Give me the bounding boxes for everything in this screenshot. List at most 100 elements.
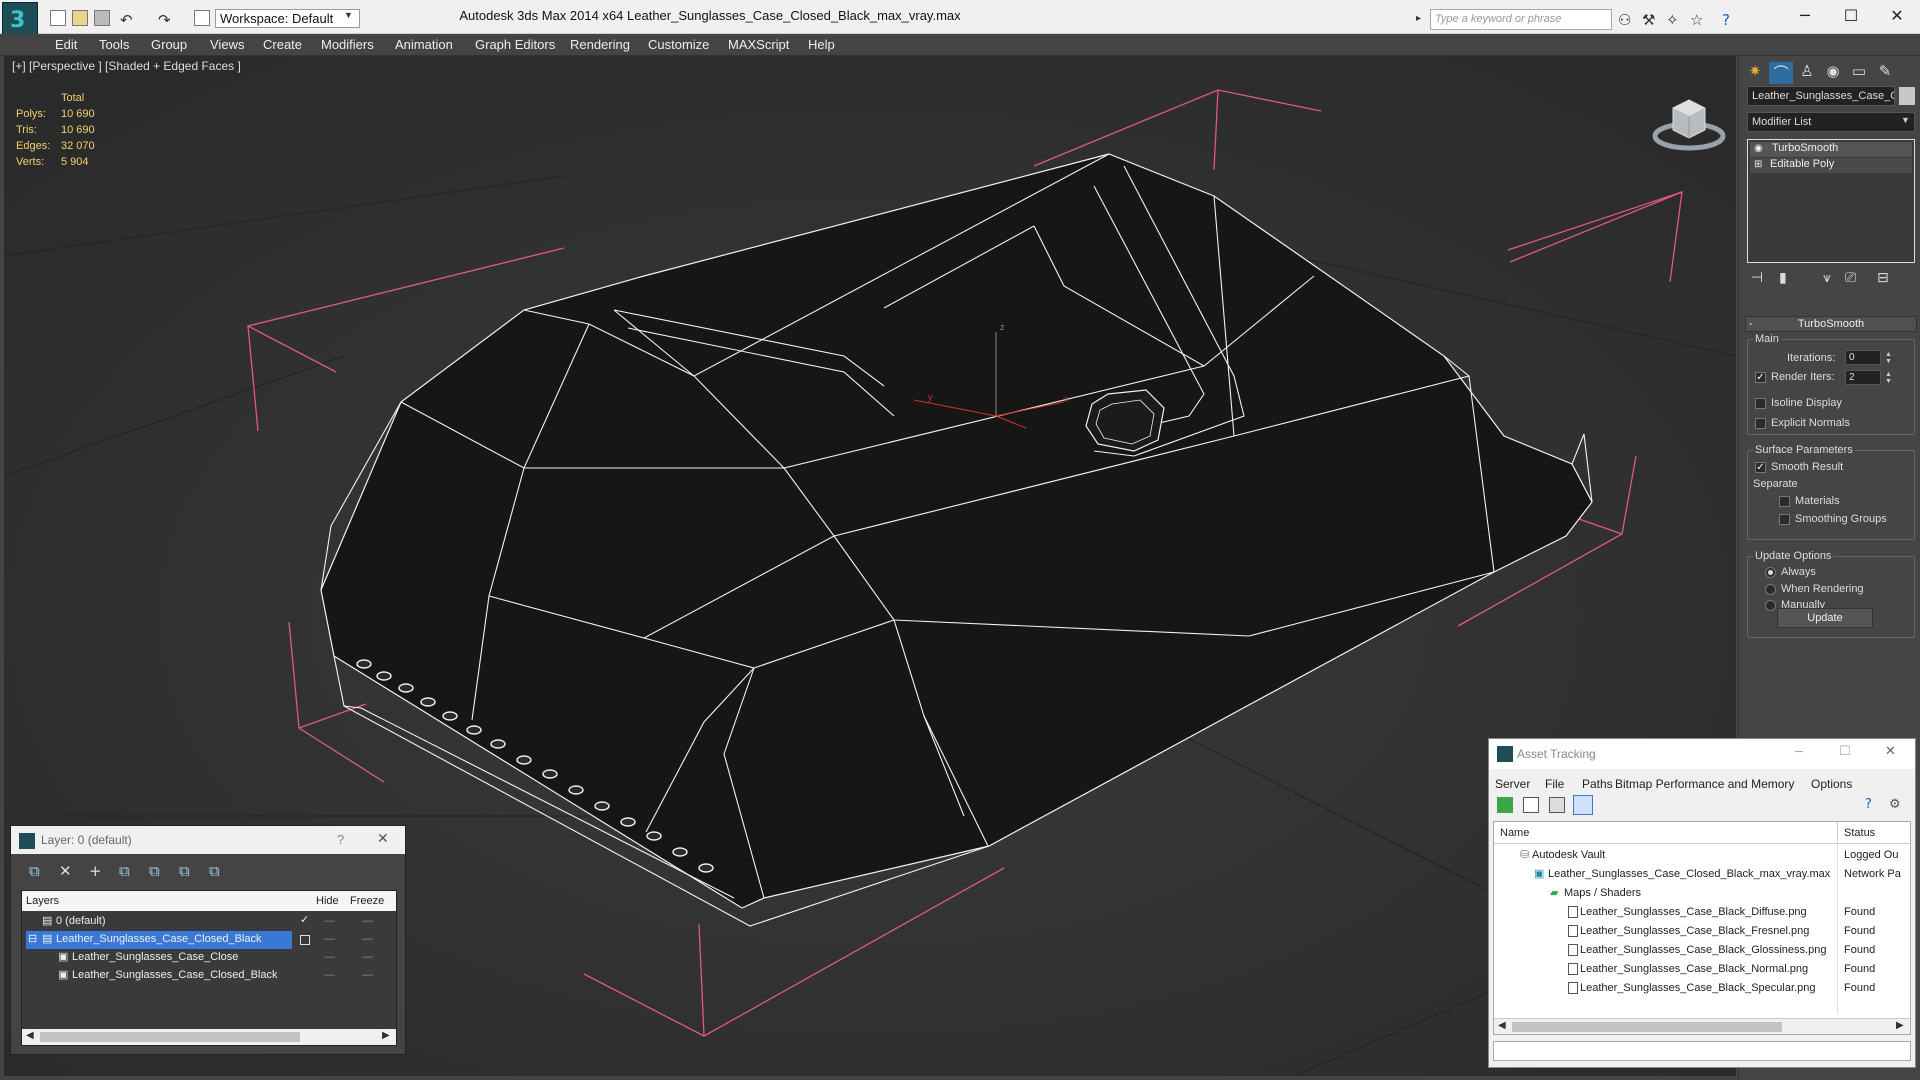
menu-maxscript[interactable]: MAXScript (728, 37, 789, 52)
binoculars-icon[interactable]: ⚇ (1618, 11, 1631, 29)
new-layer-icon[interactable]: ⧉ (29, 862, 40, 880)
layer-dialog-titlebar[interactable]: Layer: 0 (default) ? ✕ (11, 826, 405, 854)
freeze-toggle[interactable]: — (362, 915, 373, 927)
scroll-right-icon[interactable]: ▶ (1896, 1020, 1904, 1031)
close-icon[interactable]: ✕ (1885, 744, 1896, 759)
iterations-spinner[interactable]: 0 (1845, 350, 1881, 365)
menu-views[interactable]: Views (210, 37, 244, 52)
motion-tab-icon[interactable]: ◉ (1821, 62, 1845, 84)
collapse-icon[interactable]: ⊟ (28, 932, 37, 945)
asset-menu-file[interactable]: File (1545, 777, 1564, 791)
asset-row-maps-folder[interactable]: ▰ Maps / Shaders (1494, 884, 1910, 903)
menu-help[interactable]: Help (808, 37, 835, 52)
scrollbar-thumb[interactable] (1512, 1022, 1782, 1032)
search-input[interactable]: Type a keyword or phrase (1430, 9, 1612, 30)
freeze-toggle[interactable]: — (362, 951, 373, 963)
layers-column-header[interactable]: Layers (26, 895, 59, 907)
hide-toggle[interactable]: — (324, 933, 335, 945)
hide-toggle[interactable]: — (324, 951, 335, 963)
help-icon[interactable]: ? (337, 832, 344, 847)
grid-view-icon[interactable] (1573, 795, 1593, 815)
materials-checkbox[interactable] (1779, 496, 1790, 507)
maximize-icon[interactable]: ☐ (1839, 744, 1851, 759)
menu-create[interactable]: Create (263, 37, 302, 52)
maximize-icon[interactable]: ☐ (1828, 4, 1874, 28)
asset-menu-bitmap-performance[interactable]: Bitmap Performance and Memory (1615, 777, 1794, 791)
name-column-header[interactable]: Name (1500, 827, 1529, 839)
tools-icon[interactable]: ⚒ (1642, 11, 1655, 29)
smoothing-groups-checkbox[interactable] (1779, 514, 1790, 525)
freeze-column-header[interactable]: Freeze (350, 895, 384, 907)
scroll-left-icon[interactable]: ◀ (26, 1030, 34, 1041)
hide-all-layers-icon[interactable]: ⧉ (179, 862, 190, 880)
help-icon[interactable]: ? (1865, 797, 1872, 812)
select-objects-in-layer-icon[interactable]: ⧉ (119, 862, 130, 880)
viewcube-icon[interactable] (1649, 86, 1729, 156)
asset-row-map-file[interactable]: Leather_Sunglasses_Case_Black_Glossiness… (1494, 941, 1910, 960)
show-end-result-icon[interactable]: ▮ (1779, 270, 1787, 286)
settings-icon[interactable]: ⚙ (1889, 797, 1901, 812)
menu-tools[interactable]: Tools (99, 37, 129, 52)
object-color-swatch[interactable] (1899, 87, 1915, 105)
manually-radio[interactable] (1765, 600, 1776, 611)
help-icon[interactable]: ? (1722, 11, 1730, 29)
scrollbar-thumb[interactable] (40, 1032, 300, 1042)
horizontal-scrollbar[interactable]: ◀ ▶ (1494, 1018, 1910, 1034)
close-icon[interactable]: ✕ (1874, 4, 1920, 28)
asset-row-map-file[interactable]: Leather_Sunglasses_Case_Black_Fresnel.pn… (1494, 922, 1910, 941)
render-iters-checkbox[interactable]: ✓ (1755, 372, 1766, 383)
lightbulb-icon[interactable]: ◉ (1754, 143, 1763, 154)
asset-row-map-file[interactable]: Leather_Sunglasses_Case_Black_Specular.p… (1494, 979, 1910, 998)
always-radio[interactable] (1765, 567, 1776, 578)
expand-arrow-icon[interactable]: ▸ (1416, 13, 1421, 24)
viewport-label-menu[interactable]: [+] [Perspective ] [Shaded + Edged Faces… (12, 59, 241, 73)
spinner-arrows-icon[interactable]: ▲ ▼ (1885, 371, 1892, 385)
menu-graph-editors[interactable]: Graph Editors (475, 37, 555, 52)
isoline-display-checkbox[interactable] (1755, 398, 1766, 409)
modifier-list-dropdown[interactable]: Modifier List (1747, 112, 1915, 132)
add-to-layer-icon[interactable]: + (89, 862, 102, 880)
menu-edit[interactable]: Edit (55, 37, 77, 52)
asset-row-scene-file[interactable]: ▣ Leather_Sunglasses_Case_Closed_Black_m… (1494, 865, 1910, 884)
asset-row-vault[interactable]: ⛁ Autodesk Vault Logged Ou (1494, 846, 1910, 865)
object-name-field[interactable]: Leather_Sunglasses_Case_Cl (1747, 86, 1895, 106)
asset-tracking-titlebar[interactable]: Asset Tracking ─ ☐ ✕ (1489, 739, 1915, 769)
asset-row-map-file[interactable]: Leather_Sunglasses_Case_Black_Diffuse.pn… (1494, 903, 1910, 922)
hide-toggle[interactable]: — (324, 969, 335, 981)
delete-layer-icon[interactable]: ✕ (59, 862, 72, 880)
asset-row-map-file[interactable]: Leather_Sunglasses_Case_Black_Normal.png… (1494, 960, 1910, 979)
asset-path-field[interactable] (1493, 1041, 1911, 1061)
configure-sets-icon[interactable]: ⊟ (1877, 270, 1889, 286)
when-rendering-radio[interactable] (1765, 584, 1776, 595)
freeze-toggle[interactable]: — (362, 933, 373, 945)
list-view-icon[interactable] (1523, 797, 1539, 813)
status-column-header[interactable]: Status (1844, 827, 1875, 839)
freeze-toggle[interactable]: — (362, 969, 373, 981)
menu-modifiers[interactable]: Modifiers (321, 37, 374, 52)
smooth-result-checkbox[interactable]: ✓ (1755, 462, 1766, 473)
set-current-layer-box[interactable] (300, 935, 310, 945)
communication-icon[interactable]: ✧ (1666, 11, 1679, 29)
layer-row-object[interactable]: ▣ Leather_Sunglasses_Case_Closed_Black —… (22, 967, 396, 985)
minimize-icon[interactable]: ─ (1782, 4, 1828, 28)
scroll-left-icon[interactable]: ◀ (1498, 1020, 1506, 1031)
scroll-right-icon[interactable]: ▶ (382, 1030, 390, 1041)
menu-rendering[interactable]: Rendering (570, 37, 630, 52)
asset-menu-server[interactable]: Server (1495, 777, 1530, 791)
highlight-selected-layer-icon[interactable]: ⧉ (149, 862, 160, 880)
pin-stack-icon[interactable]: ⊣ (1751, 270, 1763, 286)
stack-item-turbosmooth[interactable]: ◉ TurboSmooth (1750, 142, 1912, 157)
favorites-star-icon[interactable]: ☆ (1690, 11, 1703, 29)
hide-toggle[interactable]: — (324, 915, 335, 927)
asset-menu-paths[interactable]: Paths (1582, 777, 1613, 791)
current-layer-check-icon[interactable]: ✓ (300, 913, 309, 926)
asset-menu-options[interactable]: Options (1811, 777, 1852, 791)
horizontal-scrollbar[interactable]: ◀ ▶ (22, 1029, 396, 1045)
create-tab-icon[interactable]: ✷ (1743, 62, 1767, 84)
expand-plus-icon[interactable]: ⊞ (1754, 159, 1762, 170)
utilities-tab-icon[interactable]: ✎ (1873, 62, 1897, 84)
menu-group[interactable]: Group (151, 37, 187, 52)
layer-row-selected[interactable]: ⊟ ▤ Leather_Sunglasses_Case_Closed_Black… (22, 931, 396, 949)
hide-column-header[interactable]: Hide (316, 895, 339, 907)
render-iters-spinner[interactable]: 2 (1845, 370, 1881, 385)
